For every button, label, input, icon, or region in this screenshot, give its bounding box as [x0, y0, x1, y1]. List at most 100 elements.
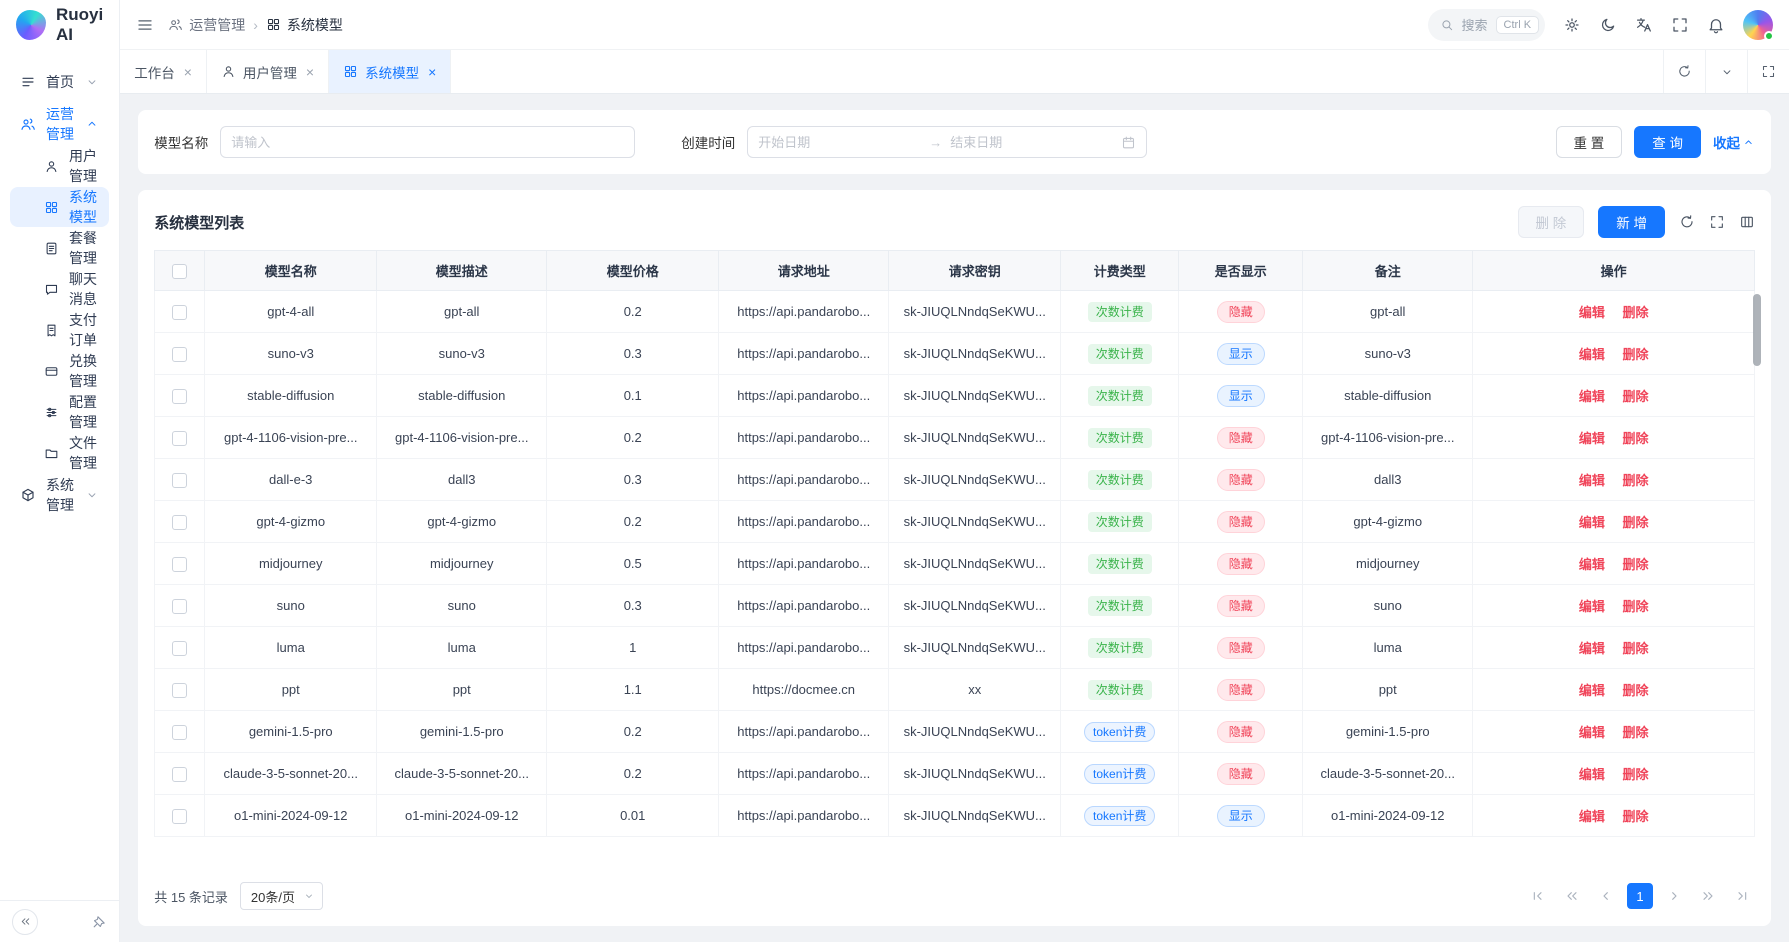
row-checkbox[interactable] — [172, 515, 187, 530]
delete-link[interactable]: 删除 — [1622, 683, 1648, 698]
remark-cell: o1-mini-2024-09-12 — [1303, 795, 1473, 837]
sidebar-item[interactable]: 兑换管理 — [10, 351, 109, 391]
query-button[interactable]: 查 询 — [1634, 126, 1701, 158]
row-checkbox[interactable] — [172, 683, 187, 698]
jump-forward-button[interactable] — [1695, 883, 1721, 909]
pin-icon[interactable] — [92, 914, 107, 929]
visibility-cell: 隐藏 — [1179, 711, 1303, 753]
row-checkbox[interactable] — [172, 599, 187, 614]
edit-link[interactable]: 编辑 — [1579, 557, 1605, 572]
add-button[interactable]: 新 增 — [1598, 206, 1665, 238]
delete-link[interactable]: 删除 — [1622, 809, 1648, 824]
sidebar-item-home[interactable]: 首页 — [10, 62, 109, 102]
refresh-table-icon[interactable] — [1679, 214, 1695, 230]
tab-workbench[interactable]: 工作台 × — [120, 50, 207, 93]
global-search[interactable]: 搜索 Ctrl K — [1428, 9, 1546, 41]
row-checkbox[interactable] — [172, 389, 187, 404]
edit-link[interactable]: 编辑 — [1579, 809, 1605, 824]
edit-link[interactable]: 编辑 — [1579, 473, 1605, 488]
edit-link[interactable]: 编辑 — [1579, 683, 1605, 698]
delete-link[interactable]: 删除 — [1622, 641, 1648, 656]
sidebar-item-operations[interactable]: 运营管理 — [10, 104, 109, 144]
edit-link[interactable]: 编辑 — [1579, 305, 1605, 320]
sidebar-item[interactable]: 支付订单 — [10, 310, 109, 350]
table-row: midjourney midjourney 0.5 https://api.pa… — [155, 543, 1755, 585]
page-size-select[interactable]: 20条/页 — [240, 882, 323, 910]
edit-link[interactable]: 编辑 — [1579, 347, 1605, 362]
row-checkbox[interactable] — [172, 725, 187, 740]
edit-link[interactable]: 编辑 — [1579, 725, 1605, 740]
fullscreen-icon[interactable] — [1671, 16, 1689, 34]
edit-link[interactable]: 编辑 — [1579, 641, 1605, 656]
select-all-checkbox[interactable] — [172, 264, 187, 279]
model-name-cell: gpt-4-gizmo — [205, 501, 377, 543]
tab-options-chevron-icon[interactable] — [1705, 50, 1747, 93]
delete-link[interactable]: 删除 — [1622, 389, 1648, 404]
gear-icon[interactable] — [1563, 16, 1581, 34]
avatar[interactable] — [1743, 10, 1773, 40]
sidebar-item[interactable]: 套餐管理 — [10, 228, 109, 268]
collapse-filter-link[interactable]: 收起 — [1713, 132, 1755, 152]
delete-link[interactable]: 删除 — [1622, 305, 1648, 320]
table-body: gpt-4-all gpt-all 0.2 https://api.pandar… — [155, 291, 1755, 837]
row-checkbox[interactable] — [172, 767, 187, 782]
current-page-button[interactable]: 1 — [1627, 883, 1653, 909]
sidebar-item[interactable]: 用户管理 — [10, 146, 109, 186]
jump-back-button[interactable] — [1559, 883, 1585, 909]
delete-link[interactable]: 删除 — [1622, 557, 1648, 572]
sidebar-item[interactable]: 系统模型 — [10, 187, 109, 227]
row-checkbox[interactable] — [172, 431, 187, 446]
translate-icon[interactable] — [1635, 16, 1653, 34]
prev-page-button[interactable] — [1593, 883, 1619, 909]
table-scrollbar[interactable] — [1753, 294, 1761, 866]
close-icon[interactable]: × — [306, 65, 314, 79]
moon-icon[interactable] — [1599, 16, 1617, 34]
delete-link[interactable]: 删除 — [1622, 515, 1648, 530]
scrollbar-thumb[interactable] — [1753, 294, 1761, 366]
date-range-picker[interactable]: → — [747, 126, 1147, 158]
first-page-button[interactable] — [1525, 883, 1551, 909]
row-checkbox[interactable] — [172, 347, 187, 362]
sidebar-item[interactable]: 文件管理 — [10, 433, 109, 473]
row-checkbox[interactable] — [172, 557, 187, 572]
delete-link[interactable]: 删除 — [1622, 431, 1648, 446]
maximize-content-icon[interactable] — [1747, 50, 1789, 93]
delete-link[interactable]: 删除 — [1622, 599, 1648, 614]
column-settings-icon[interactable] — [1739, 214, 1755, 230]
sidebar-item-system[interactable]: 系统管理 — [10, 475, 109, 515]
delete-link[interactable]: 删除 — [1622, 767, 1648, 782]
fullscreen-table-icon[interactable] — [1709, 214, 1725, 230]
row-checkbox[interactable] — [172, 809, 187, 824]
tab-user-management[interactable]: 用户管理 × — [207, 50, 329, 93]
last-page-button[interactable] — [1729, 883, 1755, 909]
refresh-tab-icon[interactable] — [1663, 50, 1705, 93]
delete-link[interactable]: 删除 — [1622, 347, 1648, 362]
start-date-input[interactable] — [758, 135, 921, 150]
edit-link[interactable]: 编辑 — [1579, 599, 1605, 614]
close-icon[interactable]: × — [428, 65, 436, 79]
edit-link[interactable]: 编辑 — [1579, 515, 1605, 530]
edit-link[interactable]: 编辑 — [1579, 389, 1605, 404]
row-checkbox[interactable] — [172, 473, 187, 488]
delete-button[interactable]: 删 除 — [1518, 206, 1585, 238]
next-page-button[interactable] — [1661, 883, 1687, 909]
billing-type-cell: 次数计费 — [1061, 585, 1179, 627]
breadcrumb-item-operations[interactable]: 运营管理 — [168, 15, 245, 35]
sidebar-item[interactable]: 配置管理 — [10, 392, 109, 432]
sidebar-collapse-button[interactable] — [12, 909, 38, 935]
delete-link[interactable]: 删除 — [1622, 473, 1648, 488]
tab-system-model[interactable]: 系统模型 × — [329, 50, 451, 93]
edit-link[interactable]: 编辑 — [1579, 431, 1605, 446]
menu-toggle-icon[interactable] — [136, 16, 154, 34]
row-checkbox[interactable] — [172, 641, 187, 656]
close-icon[interactable]: × — [184, 65, 192, 79]
sidebar-item[interactable]: 聊天消息 — [10, 269, 109, 309]
model-desc-cell: gpt-4-gizmo — [377, 501, 547, 543]
reset-button[interactable]: 重 置 — [1556, 126, 1623, 158]
bell-icon[interactable] — [1707, 16, 1725, 34]
delete-link[interactable]: 删除 — [1622, 725, 1648, 740]
row-checkbox[interactable] — [172, 305, 187, 320]
end-date-input[interactable] — [950, 135, 1113, 150]
model-name-input[interactable] — [220, 126, 635, 158]
edit-link[interactable]: 编辑 — [1579, 767, 1605, 782]
